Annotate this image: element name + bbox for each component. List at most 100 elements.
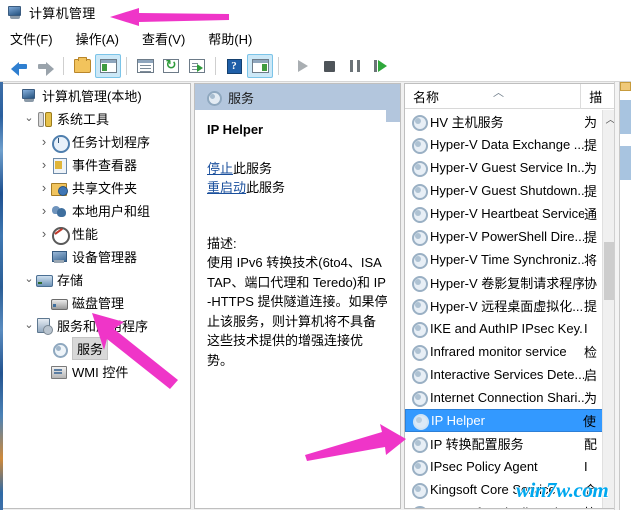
forward-arrow-icon[interactable] xyxy=(32,54,58,78)
table-row[interactable]: Hyper-V Time Synchroniz... 将 xyxy=(405,248,618,271)
tree-node-label: 共享文件夹 xyxy=(72,181,138,196)
selected-service-name: IP Helper xyxy=(207,122,264,137)
pause-service-icon[interactable] xyxy=(342,54,368,78)
chevron-down-icon[interactable]: ⌄ xyxy=(22,274,36,285)
service-name-cell: Hyper-V 卷影复制请求程序 xyxy=(430,276,584,291)
back-arrow-icon[interactable] xyxy=(6,54,32,78)
service-gear-icon xyxy=(411,505,428,508)
list-row-ip-helper[interactable]: IP Helper 使 xyxy=(405,409,618,432)
table-row[interactable]: Internet Connection Shari... 为 xyxy=(405,386,618,409)
tree-node-label: 系统工具 xyxy=(57,112,110,127)
service-name-cell: Hyper-V Time Synchroniz... xyxy=(430,252,584,267)
description-text: 使用 IPv6 转换技术(6to4、ISATAP、端口代理和 Teredo)和 … xyxy=(207,255,388,368)
computer-management-window: 计算机管理 文件(F) 操作(A) 查看(V) 帮助(H) ? 计算机管理(本地… xyxy=(0,0,631,510)
tree-node-5[interactable]: › 本地用户和组 xyxy=(3,199,190,222)
table-row[interactable]: Hyper-V Data Exchange ... 提 xyxy=(405,133,618,156)
table-row[interactable]: Hyper-V PowerShell Dire... 提 xyxy=(405,225,618,248)
column-header-description[interactable]: 描 xyxy=(581,84,618,109)
help-icon[interactable]: ? xyxy=(221,54,247,78)
service-gear-icon xyxy=(411,229,428,246)
service-name-cell: IP Helper xyxy=(431,413,485,428)
stop-service-icon[interactable] xyxy=(316,54,342,78)
service-name-cell: Hyper-V PowerShell Dire... xyxy=(430,229,584,244)
tree-node-7[interactable]: 设备管理器 xyxy=(3,245,190,268)
start-service-icon[interactable] xyxy=(290,54,316,78)
window-scroll-divider xyxy=(619,82,620,510)
table-row[interactable]: IP 转换配置服务配 xyxy=(405,432,618,455)
console-body: 计算机管理(本地) ⌄ 系统工具 › 任务计划程序 › 事件查看器 › 共享文件夹 › 本地用户和组… xyxy=(0,82,631,510)
local-users-groups-icon xyxy=(51,203,68,219)
service-gear-icon xyxy=(411,459,428,476)
restart-service-link[interactable]: 重启动 xyxy=(207,180,246,195)
table-row[interactable]: Hyper-V Guest Service In... 为 xyxy=(405,156,618,179)
table-row[interactable]: Hyper-V Guest Shutdown... 提 xyxy=(405,179,618,202)
column-header-description-label: 描 xyxy=(589,89,603,105)
description-label: 描述: xyxy=(207,236,237,251)
show-hide-console-tree-icon[interactable] xyxy=(95,54,121,78)
event-viewer-icon xyxy=(51,157,68,174)
service-gear-icon xyxy=(411,137,428,154)
tree-node-10[interactable]: ⌄ 服务和应用程序 xyxy=(3,314,190,337)
tree-node-11[interactable]: 服务 xyxy=(3,337,190,360)
services-list-pane[interactable]: 名称 ︿ 描 HV 主机服务为 Hyper-V Data Exchange ...… xyxy=(404,83,619,509)
list-header: 名称 ︿ 描 xyxy=(405,84,618,109)
restart-service-icon[interactable] xyxy=(368,54,394,78)
tree-node-2[interactable]: › 任务计划程序 xyxy=(3,130,190,153)
menu-help[interactable]: 帮助(H) xyxy=(208,27,261,50)
background-tile-3 xyxy=(620,146,631,180)
tree-node-8[interactable]: ⌄ 存储 xyxy=(3,268,190,291)
table-row[interactable]: IKE and AuthIP IPsec Key... I xyxy=(405,317,618,340)
chevron-right-icon[interactable]: › xyxy=(37,135,51,148)
service-gear-icon xyxy=(411,206,428,223)
tree-node-3[interactable]: › 事件查看器 xyxy=(3,153,190,176)
performance-icon xyxy=(51,226,70,245)
table-row[interactable]: Infrared monitor service 检 xyxy=(405,340,618,363)
service-name-cell: IKE and AuthIP IPsec Key... xyxy=(430,321,584,336)
chevron-right-icon[interactable]: › xyxy=(37,204,51,217)
export-list-icon[interactable] xyxy=(184,54,210,78)
detail-tab-services[interactable]: 服务 xyxy=(195,84,400,122)
table-row[interactable]: Interactive Services Dete... 启 xyxy=(405,363,618,386)
disk-management-icon xyxy=(51,295,68,311)
show-hide-action-pane-icon[interactable] xyxy=(247,54,273,78)
chevron-right-icon[interactable]: › xyxy=(37,227,51,240)
window-title: 计算机管理 xyxy=(29,6,96,21)
service-gear-icon xyxy=(411,390,428,407)
refresh-icon[interactable] xyxy=(158,54,184,78)
chevron-down-icon[interactable]: ⌄ xyxy=(22,320,36,331)
tree-node-label: 计算机管理(本地) xyxy=(42,89,142,104)
tree-node-label: 服务 xyxy=(72,337,109,360)
chevron-down-icon[interactable]: ⌄ xyxy=(22,113,36,124)
properties-icon[interactable] xyxy=(132,54,158,78)
tree-node-4[interactable]: › 共享文件夹 xyxy=(3,176,190,199)
service-name-cell: IP 转换配置服务 xyxy=(430,437,524,452)
menu-bar: 文件(F) 操作(A) 查看(V) 帮助(H) xyxy=(0,25,631,51)
up-folder-icon[interactable] xyxy=(69,54,95,78)
storage-icon xyxy=(36,272,53,288)
table-row[interactable]: Hyper-V Heartbeat Service 通 xyxy=(405,202,618,225)
chevron-right-icon[interactable]: › xyxy=(37,181,51,194)
menu-view[interactable]: 查看(V) xyxy=(142,27,194,50)
tree-node-6[interactable]: › 性能 xyxy=(3,222,190,245)
console-tree-pane[interactable]: 计算机管理(本地) ⌄ 系统工具 › 任务计划程序 › 事件查看器 › 共享文件夹 › 本地用户和组… xyxy=(3,83,191,509)
detail-tab-label: 服务 xyxy=(228,90,255,106)
table-row[interactable]: HV 主机服务为 xyxy=(405,110,618,133)
table-row[interactable]: Hyper-V 远程桌面虚拟化... 提 xyxy=(405,294,618,317)
menu-action[interactable]: 操作(A) xyxy=(76,27,128,50)
table-row[interactable]: Hyper-V 卷影复制请求程序协 xyxy=(405,271,618,294)
service-gear-icon xyxy=(411,252,428,269)
wmi-control-icon xyxy=(51,364,68,380)
tree-node-label: WMI 控件 xyxy=(72,365,129,380)
chevron-right-icon[interactable]: › xyxy=(37,158,51,171)
services-applications-icon xyxy=(36,317,53,335)
tree-node-12[interactable]: WMI 控件 xyxy=(3,360,190,383)
tree-node-0[interactable]: 计算机管理(本地) xyxy=(3,84,190,107)
service-name-cell: HV 主机服务 xyxy=(430,115,504,130)
column-header-name[interactable]: 名称 ︿ xyxy=(405,84,582,109)
stop-service-link[interactable]: 停止 xyxy=(207,161,233,176)
tree-node-1[interactable]: ⌄ 系统工具 xyxy=(3,107,190,130)
service-name-cell: Hyper-V Heartbeat Service xyxy=(430,206,584,221)
menu-file[interactable]: 文件(F) xyxy=(10,27,62,50)
table-row[interactable]: IPsec Policy Agent I xyxy=(405,455,618,478)
tree-node-9[interactable]: 磁盘管理 xyxy=(3,291,190,314)
